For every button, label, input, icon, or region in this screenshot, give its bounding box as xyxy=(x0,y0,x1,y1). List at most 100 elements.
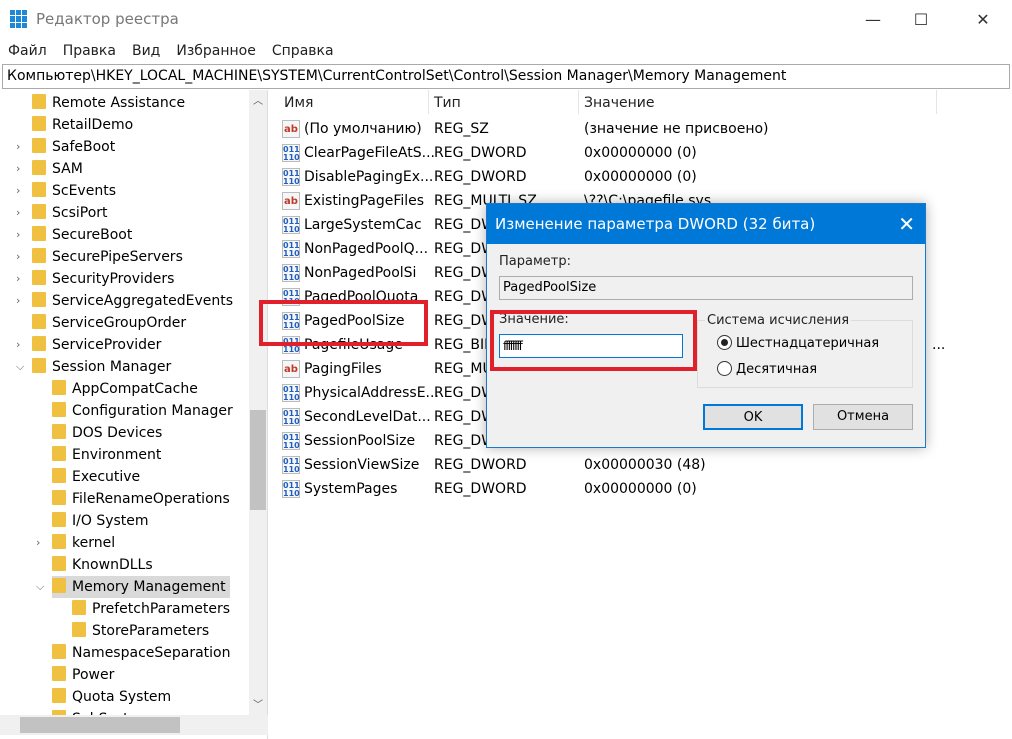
value-name: (По умолчанию) xyxy=(304,121,422,137)
folder-icon xyxy=(32,138,46,153)
chevron-right-icon[interactable]: › xyxy=(16,136,26,158)
folder-icon xyxy=(52,512,66,527)
cancel-button[interactable]: Отмена xyxy=(813,404,913,430)
value-name: SessionPoolSize xyxy=(304,433,416,449)
key-tree: Remote Assistance RetailDemo › SafeBoot › SAM… xyxy=(0,90,268,739)
tree-item[interactable]: Power xyxy=(52,664,118,686)
chevron-right-icon[interactable]: › xyxy=(16,246,26,268)
tree-item[interactable]: Executive xyxy=(52,466,144,488)
tree-item[interactable]: ⌵ Session Manager xyxy=(16,356,175,378)
chevron-right-icon[interactable]: › xyxy=(16,290,26,312)
chevron-down-icon[interactable]: ⌵ xyxy=(36,576,46,598)
tree-item[interactable]: Quota System xyxy=(52,686,175,708)
value-name: SessionViewSize xyxy=(304,457,420,473)
tree-item-label: AppCompatCache xyxy=(72,381,198,397)
value-name: SystemPages xyxy=(304,481,398,497)
tree-item[interactable]: I/O System xyxy=(52,510,153,532)
column-type[interactable]: Тип xyxy=(434,95,461,111)
value-value: 0x00000000 (0) xyxy=(584,481,697,497)
value-row[interactable]: 011 110 ClearPageFileAtS... REG_DWORD 0x0000… xyxy=(282,141,1002,165)
value-value: 0x00000000 (0) xyxy=(584,169,697,185)
ok-button[interactable]: OK xyxy=(703,404,803,430)
tree-item[interactable]: ⌵ Memory Management xyxy=(36,576,230,598)
chevron-down-icon[interactable]: ⌵ xyxy=(16,356,26,378)
column-divider[interactable] xyxy=(578,90,579,114)
folder-icon xyxy=(52,578,66,593)
tree-item-label: kernel xyxy=(72,535,116,551)
scroll-up-icon[interactable]: ︿ xyxy=(253,92,263,107)
tree-item[interactable]: FileRenameOperations xyxy=(52,488,234,510)
tree-item[interactable]: › SecureBoot xyxy=(16,224,136,246)
menu-edit[interactable]: Правка xyxy=(55,40,124,62)
column-divider[interactable] xyxy=(936,90,937,114)
tree-vertical-scrollbar[interactable]: ︿ ﹀ xyxy=(249,90,267,715)
tree-item[interactable]: › SAM xyxy=(16,158,87,180)
tree-item[interactable]: › SafeBoot xyxy=(16,136,119,158)
menu-help[interactable]: Справка xyxy=(264,40,342,62)
scroll-down-icon[interactable]: ﹀ xyxy=(253,696,263,711)
string-value-icon: ab xyxy=(282,192,300,210)
column-divider[interactable] xyxy=(428,90,429,114)
tree-item[interactable]: › ScEvents xyxy=(16,180,120,202)
value-type: REG_DWORD xyxy=(434,481,527,497)
tree-item[interactable]: NamespaceSeparation xyxy=(52,642,235,664)
value-row[interactable]: 011 110 SystemPages REG_DWORD 0x00000000 (0) xyxy=(282,477,1002,501)
value-value: (значение не присвоено) xyxy=(584,121,769,137)
tree-item[interactable]: › ScsiPort xyxy=(16,202,112,224)
chevron-right-icon[interactable]: › xyxy=(16,224,26,246)
maximize-button[interactable]: ☐ xyxy=(898,6,944,34)
folder-icon xyxy=(52,666,66,681)
value-row[interactable]: ab (По умолчанию) REG_SZ (значение не присв… xyxy=(282,117,1002,141)
tree-item[interactable]: PrefetchParameters xyxy=(72,598,234,620)
menu-view[interactable]: Вид xyxy=(124,40,168,62)
chevron-right-icon[interactable]: › xyxy=(16,158,26,180)
value-name: NonPagedPoolSi xyxy=(304,265,417,281)
minimize-button[interactable]: — xyxy=(850,6,896,34)
tree-item[interactable]: › SecurePipeServers xyxy=(16,246,187,268)
menu-file[interactable]: Файл xyxy=(0,40,55,62)
address-bar[interactable]: Компьютер\HKEY_LOCAL_MACHINE\SYSTEM\Curr… xyxy=(2,64,1010,89)
tree-item[interactable]: DOS Devices xyxy=(52,422,166,444)
tree-item[interactable]: › SecurityProviders xyxy=(16,268,178,290)
highlight-box-pagedpoolsize xyxy=(259,300,428,346)
chevron-right-icon[interactable]: › xyxy=(16,268,26,290)
highlight-box-value xyxy=(490,310,697,371)
chevron-right-icon[interactable]: › xyxy=(16,202,26,224)
value-name: PhysicalAddressE... xyxy=(304,385,439,401)
column-value[interactable]: Значение xyxy=(584,95,654,111)
title-bar: Редактор реестра — ☐ ✕ xyxy=(0,0,1012,38)
folder-icon xyxy=(32,336,46,351)
tree-hscroll-thumb[interactable] xyxy=(20,717,180,733)
column-name[interactable]: Имя xyxy=(284,95,313,111)
tree-item[interactable]: Configuration Manager xyxy=(52,400,237,422)
tree-item[interactable]: KnownDLLs xyxy=(52,554,157,576)
chevron-right-icon[interactable]: › xyxy=(16,334,26,356)
registry-editor-icon xyxy=(10,10,28,28)
radio-hex[interactable]: Шестнадцатеричная xyxy=(717,335,879,353)
tree-item-label: I/O System xyxy=(72,513,149,529)
close-button[interactable]: ✕ xyxy=(960,6,1006,34)
tree-item[interactable]: AppCompatCache xyxy=(52,378,202,400)
tree-item[interactable]: StoreParameters xyxy=(72,620,213,642)
tree-item[interactable]: › ServiceProvider xyxy=(16,334,165,356)
radio-decimal-label: Десятичная xyxy=(736,362,818,377)
tree-item[interactable]: ServiceGroupOrder xyxy=(32,312,190,334)
tree-item[interactable]: › kernel xyxy=(36,532,119,554)
folder-icon xyxy=(32,314,46,329)
tree-item-label: SecureBoot xyxy=(52,227,133,243)
chevron-right-icon[interactable]: › xyxy=(16,180,26,202)
tree-item[interactable]: › ServiceAggregatedEvents xyxy=(16,290,237,312)
tree-item-label: Memory Management xyxy=(72,579,226,595)
dialog-close-icon[interactable]: ✕ xyxy=(898,204,915,244)
folder-icon xyxy=(32,116,46,131)
tree-item[interactable]: Environment xyxy=(52,444,165,466)
chevron-right-icon[interactable]: › xyxy=(36,532,46,554)
value-type: REG_DWORD xyxy=(434,169,527,185)
value-row[interactable]: 011 110 SessionViewSize REG_DWORD 0x00000030… xyxy=(282,453,1002,477)
value-row[interactable]: 011 110 DisablePagingEx... REG_DWORD 0x00000… xyxy=(282,165,1002,189)
tree-scroll-thumb[interactable] xyxy=(250,410,266,510)
menu-favorites[interactable]: Избранное xyxy=(168,40,264,62)
radio-decimal[interactable]: Десятичная xyxy=(717,361,817,379)
tree-item[interactable]: RetailDemo xyxy=(32,114,137,136)
tree-item[interactable]: Remote Assistance xyxy=(32,92,189,114)
